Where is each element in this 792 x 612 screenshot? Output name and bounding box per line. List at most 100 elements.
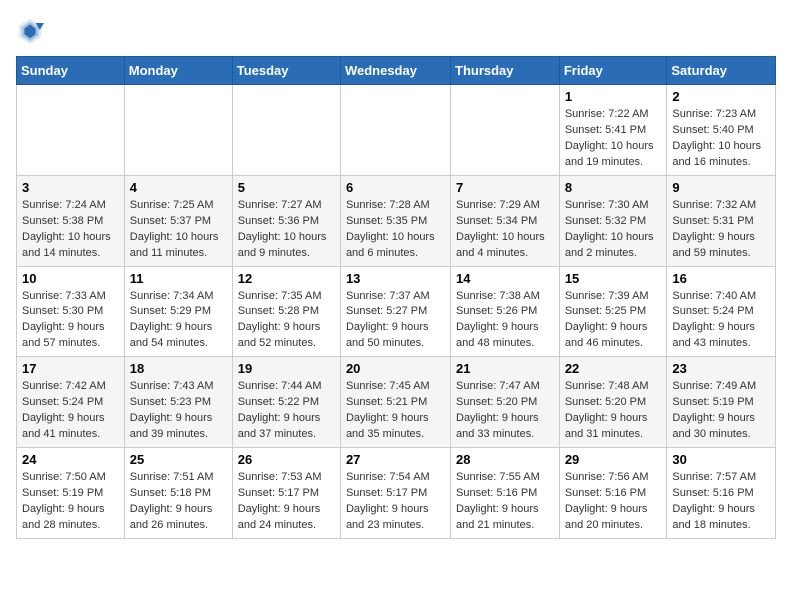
calendar-cell: 14 Sunrise: 7:38 AM Sunset: 5:26 PM Dayli… xyxy=(451,266,560,357)
calendar-cell xyxy=(232,85,340,176)
calendar-cell: 26 Sunrise: 7:53 AM Sunset: 5:17 PM Dayli… xyxy=(232,448,340,539)
day-header-tuesday: Tuesday xyxy=(232,57,340,85)
header-row: SundayMondayTuesdayWednesdayThursdayFrid… xyxy=(17,57,776,85)
day-number: 15 xyxy=(565,271,662,286)
day-number: 1 xyxy=(565,89,662,104)
day-number: 23 xyxy=(672,361,770,376)
day-info: Sunrise: 7:40 AM Sunset: 5:24 PM Dayligh… xyxy=(672,289,770,353)
day-info: Sunrise: 7:30 AM Sunset: 5:32 PM Dayligh… xyxy=(565,198,662,262)
calendar-cell: 19Sunrise: 7:44 AM Sunset: 5:22 PM Dayli… xyxy=(232,357,340,448)
calendar-cell xyxy=(340,85,450,176)
calendar-cell: 20 Sunrise: 7:45 AM Sunset: 5:21 PM Dayli… xyxy=(340,357,450,448)
day-header-thursday: Thursday xyxy=(451,57,560,85)
week-row: 3 Sunrise: 7:24 AM Sunset: 5:38 PM Daylig… xyxy=(17,175,776,266)
calendar-cell: 4 Sunrise: 7:25 AM Sunset: 5:37 PM Daylig… xyxy=(124,175,232,266)
calendar-cell: 23 Sunrise: 7:49 AM Sunset: 5:19 PM Dayli… xyxy=(667,357,776,448)
day-header-friday: Friday xyxy=(559,57,667,85)
day-info: Sunrise: 7:24 AM Sunset: 5:38 PM Dayligh… xyxy=(22,198,119,262)
week-row: 24 Sunrise: 7:50 AM Sunset: 5:19 PM Dayli… xyxy=(17,448,776,539)
day-number: 17 xyxy=(22,361,119,376)
calendar-cell: 1 Sunrise: 7:22 AM Sunset: 5:41 PM Daylig… xyxy=(559,85,667,176)
calendar-cell: 24 Sunrise: 7:50 AM Sunset: 5:19 PM Dayli… xyxy=(17,448,125,539)
day-number: 27 xyxy=(346,452,445,467)
calendar-cell: 27 Sunrise: 7:54 AM Sunset: 5:17 PM Dayli… xyxy=(340,448,450,539)
day-info: Sunrise: 7:39 AM Sunset: 5:25 PM Dayligh… xyxy=(565,289,662,353)
day-number: 2 xyxy=(672,89,770,104)
calendar-cell: 16Sunrise: 7:40 AM Sunset: 5:24 PM Dayli… xyxy=(667,266,776,357)
calendar-cell: 2Sunrise: 7:23 AM Sunset: 5:40 PM Daylig… xyxy=(667,85,776,176)
day-info: Sunrise: 7:55 AM Sunset: 5:16 PM Dayligh… xyxy=(456,470,554,534)
calendar-cell: 5 Sunrise: 7:27 AM Sunset: 5:36 PM Daylig… xyxy=(232,175,340,266)
day-header-wednesday: Wednesday xyxy=(340,57,450,85)
calendar-cell xyxy=(17,85,125,176)
calendar-cell: 15 Sunrise: 7:39 AM Sunset: 5:25 PM Dayli… xyxy=(559,266,667,357)
day-info: Sunrise: 7:33 AM Sunset: 5:30 PM Dayligh… xyxy=(22,289,119,353)
day-info: Sunrise: 7:38 AM Sunset: 5:26 PM Dayligh… xyxy=(456,289,554,353)
day-header-saturday: Saturday xyxy=(667,57,776,85)
day-info: Sunrise: 7:27 AM Sunset: 5:36 PM Dayligh… xyxy=(238,198,335,262)
day-info: Sunrise: 7:32 AM Sunset: 5:31 PM Dayligh… xyxy=(672,198,770,262)
day-info: Sunrise: 7:47 AM Sunset: 5:20 PM Dayligh… xyxy=(456,379,554,443)
week-row: 1 Sunrise: 7:22 AM Sunset: 5:41 PM Daylig… xyxy=(17,85,776,176)
calendar-cell: 17 Sunrise: 7:42 AM Sunset: 5:24 PM Dayli… xyxy=(17,357,125,448)
day-info: Sunrise: 7:37 AM Sunset: 5:27 PM Dayligh… xyxy=(346,289,445,353)
calendar-cell: 22 Sunrise: 7:48 AM Sunset: 5:20 PM Dayli… xyxy=(559,357,667,448)
calendar-cell xyxy=(124,85,232,176)
calendar-cell: 28 Sunrise: 7:55 AM Sunset: 5:16 PM Dayli… xyxy=(451,448,560,539)
day-header-sunday: Sunday xyxy=(17,57,125,85)
logo-icon xyxy=(16,16,44,44)
day-number: 24 xyxy=(22,452,119,467)
day-number: 22 xyxy=(565,361,662,376)
calendar-cell: 11Sunrise: 7:34 AM Sunset: 5:29 PM Dayli… xyxy=(124,266,232,357)
day-header-monday: Monday xyxy=(124,57,232,85)
calendar-cell: 8 Sunrise: 7:30 AM Sunset: 5:32 PM Daylig… xyxy=(559,175,667,266)
logo xyxy=(16,16,50,44)
calendar-cell: 18Sunrise: 7:43 AM Sunset: 5:23 PM Dayli… xyxy=(124,357,232,448)
calendar-cell xyxy=(451,85,560,176)
day-number: 30 xyxy=(672,452,770,467)
day-info: Sunrise: 7:28 AM Sunset: 5:35 PM Dayligh… xyxy=(346,198,445,262)
day-number: 10 xyxy=(22,271,119,286)
calendar-cell: 3 Sunrise: 7:24 AM Sunset: 5:38 PM Daylig… xyxy=(17,175,125,266)
day-number: 3 xyxy=(22,180,119,195)
day-number: 14 xyxy=(456,271,554,286)
day-number: 5 xyxy=(238,180,335,195)
day-number: 4 xyxy=(130,180,227,195)
day-number: 8 xyxy=(565,180,662,195)
calendar-table: SundayMondayTuesdayWednesdayThursdayFrid… xyxy=(16,56,776,539)
calendar-cell: 10 Sunrise: 7:33 AM Sunset: 5:30 PM Dayli… xyxy=(17,266,125,357)
day-info: Sunrise: 7:25 AM Sunset: 5:37 PM Dayligh… xyxy=(130,198,227,262)
week-row: 17 Sunrise: 7:42 AM Sunset: 5:24 PM Dayli… xyxy=(17,357,776,448)
day-number: 20 xyxy=(346,361,445,376)
day-number: 6 xyxy=(346,180,445,195)
calendar-cell: 7 Sunrise: 7:29 AM Sunset: 5:34 PM Daylig… xyxy=(451,175,560,266)
day-info: Sunrise: 7:49 AM Sunset: 5:19 PM Dayligh… xyxy=(672,379,770,443)
day-info: Sunrise: 7:50 AM Sunset: 5:19 PM Dayligh… xyxy=(22,470,119,534)
day-info: Sunrise: 7:34 AM Sunset: 5:29 PM Dayligh… xyxy=(130,289,227,353)
day-number: 7 xyxy=(456,180,554,195)
day-info: Sunrise: 7:48 AM Sunset: 5:20 PM Dayligh… xyxy=(565,379,662,443)
calendar-cell: 13 Sunrise: 7:37 AM Sunset: 5:27 PM Dayli… xyxy=(340,266,450,357)
page-header xyxy=(16,16,776,44)
day-info: Sunrise: 7:22 AM Sunset: 5:41 PM Dayligh… xyxy=(565,107,662,171)
week-row: 10 Sunrise: 7:33 AM Sunset: 5:30 PM Dayli… xyxy=(17,266,776,357)
calendar-cell: 25 Sunrise: 7:51 AM Sunset: 5:18 PM Dayli… xyxy=(124,448,232,539)
day-info: Sunrise: 7:54 AM Sunset: 5:17 PM Dayligh… xyxy=(346,470,445,534)
day-number: 9 xyxy=(672,180,770,195)
day-info: Sunrise: 7:42 AM Sunset: 5:24 PM Dayligh… xyxy=(22,379,119,443)
day-number: 29 xyxy=(565,452,662,467)
day-info: Sunrise: 7:45 AM Sunset: 5:21 PM Dayligh… xyxy=(346,379,445,443)
calendar-cell: 6 Sunrise: 7:28 AM Sunset: 5:35 PM Daylig… xyxy=(340,175,450,266)
day-number: 25 xyxy=(130,452,227,467)
day-number: 13 xyxy=(346,271,445,286)
day-number: 26 xyxy=(238,452,335,467)
day-info: Sunrise: 7:53 AM Sunset: 5:17 PM Dayligh… xyxy=(238,470,335,534)
day-number: 28 xyxy=(456,452,554,467)
day-info: Sunrise: 7:35 AM Sunset: 5:28 PM Dayligh… xyxy=(238,289,335,353)
day-info: Sunrise: 7:51 AM Sunset: 5:18 PM Dayligh… xyxy=(130,470,227,534)
calendar-cell: 21Sunrise: 7:47 AM Sunset: 5:20 PM Dayli… xyxy=(451,357,560,448)
day-info: Sunrise: 7:44 AM Sunset: 5:22 PM Dayligh… xyxy=(238,379,335,443)
day-info: Sunrise: 7:29 AM Sunset: 5:34 PM Dayligh… xyxy=(456,198,554,262)
calendar-cell: 12 Sunrise: 7:35 AM Sunset: 5:28 PM Dayli… xyxy=(232,266,340,357)
day-number: 12 xyxy=(238,271,335,286)
